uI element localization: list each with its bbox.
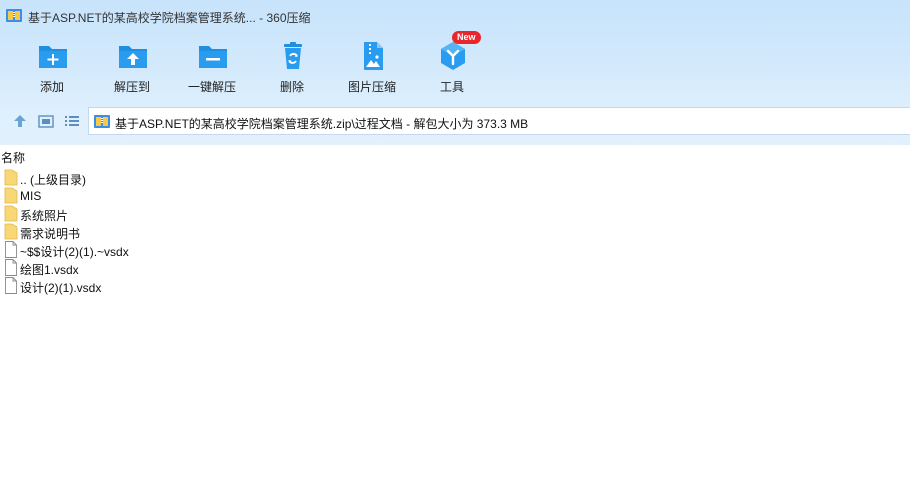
item-name: MIS xyxy=(20,189,42,203)
add-button[interactable]: 添加 xyxy=(14,38,90,98)
tools-label: 工具 xyxy=(439,80,464,94)
navigation-bar: 基于ASP.NET的某高校学院档案管理系统.zip\过程文档 - 解包大小为 3… xyxy=(0,106,910,136)
extract-to-button[interactable]: 解压到 xyxy=(94,38,170,98)
title-bar: 基于ASP.NET的某高校学院档案管理系统... - 360压缩 xyxy=(0,0,910,32)
file-icon xyxy=(5,277,17,294)
list-item[interactable]: ~$$设计(2)(1).~vsdx xyxy=(0,241,300,259)
address-path: 基于ASP.NET的某高校学院档案管理系统.zip\过程文档 - 解包大小为 3… xyxy=(115,117,529,131)
folder-add-icon xyxy=(39,46,67,68)
new-badge: New xyxy=(452,31,481,44)
tools-icon xyxy=(441,42,465,70)
list-item[interactable]: MIS xyxy=(0,187,300,205)
list-item[interactable]: 系统照片 xyxy=(0,205,300,223)
list-item[interactable]: 需求说明书 xyxy=(0,223,300,241)
folder-icon xyxy=(4,169,18,186)
list-view-icon[interactable] xyxy=(63,112,81,130)
delete-label: 删除 xyxy=(279,80,304,94)
folder-extract-icon xyxy=(119,46,147,68)
list-item-parent[interactable]: .. (上级目录) xyxy=(0,169,300,187)
window-title: 基于ASP.NET的某高校学院档案管理系统... - 360压缩 xyxy=(28,11,311,25)
arrow-up-icon[interactable] xyxy=(11,112,29,130)
add-label: 添加 xyxy=(39,80,64,94)
item-name: 绘图1.vsdx xyxy=(20,263,79,277)
column-name-label: 名称 xyxy=(1,151,26,165)
item-name: 需求说明书 xyxy=(20,227,81,241)
address-bar[interactable]: 基于ASP.NET的某高校学院档案管理系统.zip\过程文档 - 解包大小为 3… xyxy=(88,107,910,135)
folder-icon xyxy=(4,223,18,240)
extract-to-label: 解压到 xyxy=(113,80,150,94)
folder-icon xyxy=(4,205,18,222)
list-item[interactable]: 绘图1.vsdx xyxy=(0,259,300,277)
image-compress-button[interactable]: 图片压缩 xyxy=(334,38,410,98)
thumbnail-view-icon[interactable] xyxy=(37,112,55,130)
item-name: 系统照片 xyxy=(20,209,69,223)
recycle-bin-icon xyxy=(284,42,302,69)
archive-icon xyxy=(94,115,110,128)
folder-icon xyxy=(4,187,18,204)
item-name: 设计(2)(1).vsdx xyxy=(20,281,102,295)
one-click-extract-label: 一键解压 xyxy=(187,80,236,94)
folder-oneclick-icon xyxy=(199,46,227,68)
item-name: .. (上级目录) xyxy=(20,173,86,187)
image-compress-label: 图片压缩 xyxy=(347,80,396,94)
delete-button[interactable]: 删除 xyxy=(254,38,330,98)
list-item[interactable]: 设计(2)(1).vsdx xyxy=(0,277,300,295)
one-click-extract-button[interactable]: 一键解压 xyxy=(174,38,250,98)
archive-icon xyxy=(6,9,22,22)
tools-button[interactable]: 工具 xyxy=(414,38,490,98)
item-name: ~$$设计(2)(1).~vsdx xyxy=(20,245,129,259)
image-compress-icon xyxy=(364,42,383,70)
file-icon xyxy=(5,259,17,276)
file-icon xyxy=(5,241,17,258)
